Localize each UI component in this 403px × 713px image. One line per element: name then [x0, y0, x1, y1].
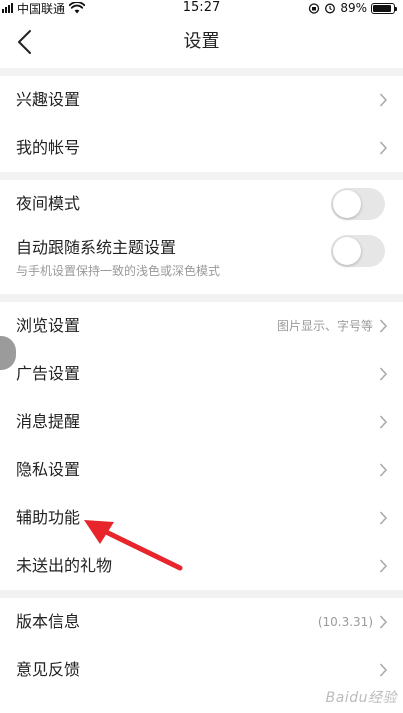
- chevron-right-icon: [379, 463, 388, 477]
- settings-row-version[interactable]: 版本信息 (10.3.31): [0, 598, 403, 646]
- page-title: 设置: [183, 31, 220, 52]
- group-separator: [0, 172, 403, 180]
- status-bar: 中国联通 15:27 89%: [0, 0, 403, 16]
- chevron-right-icon: [379, 93, 388, 107]
- chevron-right-icon: [379, 559, 388, 573]
- navigation-bar: 设置: [0, 16, 403, 68]
- row-label: 隐私设置: [16, 460, 81, 479]
- lock-rotation-icon: [309, 3, 320, 14]
- toggle-knob: [333, 237, 361, 265]
- row-label: 自动跟随系统主题设置: [16, 238, 177, 257]
- status-right: 89%: [308, 0, 397, 16]
- row-label: 辅助功能: [16, 508, 81, 527]
- group-separator: [0, 294, 403, 302]
- alarm-icon: [325, 3, 336, 14]
- follow-system-theme-toggle[interactable]: [331, 235, 385, 267]
- settings-group-general: 浏览设置 图片显示、字号等 广告设置 消息提醒 隐私设置 辅助功能 未送出的礼物: [0, 302, 403, 590]
- settings-group-about: 版本信息 (10.3.31) 意见反馈: [0, 598, 403, 694]
- chevron-right-icon: [379, 367, 388, 381]
- settings-screen: 中国联通 15:27 89% 设置 兴趣设置 我的帐号 夜间模式 自动跟随系统主…: [0, 0, 403, 713]
- settings-row-ads[interactable]: 广告设置: [0, 350, 403, 398]
- row-label: 广告设置: [16, 364, 81, 383]
- row-label: 版本信息: [16, 612, 81, 631]
- row-label: 意见反馈: [16, 660, 81, 679]
- chevron-right-icon: [379, 415, 388, 429]
- row-subtitle: 与手机设置保持一致的浅色或深色模式: [16, 264, 221, 278]
- row-value: 图片显示、字号等: [276, 319, 373, 333]
- night-mode-toggle[interactable]: [331, 188, 385, 220]
- toggle-knob: [333, 190, 361, 218]
- chevron-right-icon: [379, 663, 388, 677]
- chevron-right-icon: [379, 141, 388, 155]
- annotation-arrow-icon: [84, 520, 183, 571]
- chevron-right-icon: [379, 319, 388, 333]
- settings-row-account[interactable]: 我的帐号: [0, 124, 403, 172]
- chevron-right-icon: [379, 511, 388, 525]
- row-label: 夜间模式: [16, 194, 81, 213]
- row-label: 我的帐号: [16, 138, 81, 157]
- settings-row-night-mode: 夜间模式: [0, 180, 403, 228]
- settings-row-privacy[interactable]: 隐私设置: [0, 446, 403, 494]
- settings-group-account: 兴趣设置 我的帐号: [0, 76, 403, 172]
- settings-row-unsent-gifts[interactable]: 未送出的礼物: [0, 542, 403, 590]
- chevron-right-icon: [379, 615, 388, 629]
- settings-row-follow-system-theme: 自动跟随系统主题设置 与手机设置保持一致的浅色或深色模式: [0, 228, 403, 290]
- battery-level: [373, 4, 391, 12]
- back-chevron-icon[interactable]: [10, 26, 42, 58]
- settings-row-accessibility[interactable]: 辅助功能: [0, 494, 403, 542]
- row-label: 浏览设置: [16, 316, 81, 335]
- watermark: Baidu经验: [325, 690, 397, 706]
- group-separator: [0, 68, 403, 76]
- settings-row-browse[interactable]: 浏览设置 图片显示、字号等: [0, 302, 403, 350]
- row-label: 兴趣设置: [16, 90, 81, 109]
- settings-row-interest[interactable]: 兴趣设置: [0, 76, 403, 124]
- row-label: 消息提醒: [16, 412, 81, 431]
- settings-row-notifications[interactable]: 消息提醒: [0, 398, 403, 446]
- battery-percent: 89%: [340, 1, 367, 15]
- battery-icon: [371, 2, 397, 14]
- row-value: (10.3.31): [317, 615, 373, 629]
- group-separator: [0, 590, 403, 598]
- settings-group-theme: 夜间模式 自动跟随系统主题设置 与手机设置保持一致的浅色或深色模式: [0, 180, 403, 290]
